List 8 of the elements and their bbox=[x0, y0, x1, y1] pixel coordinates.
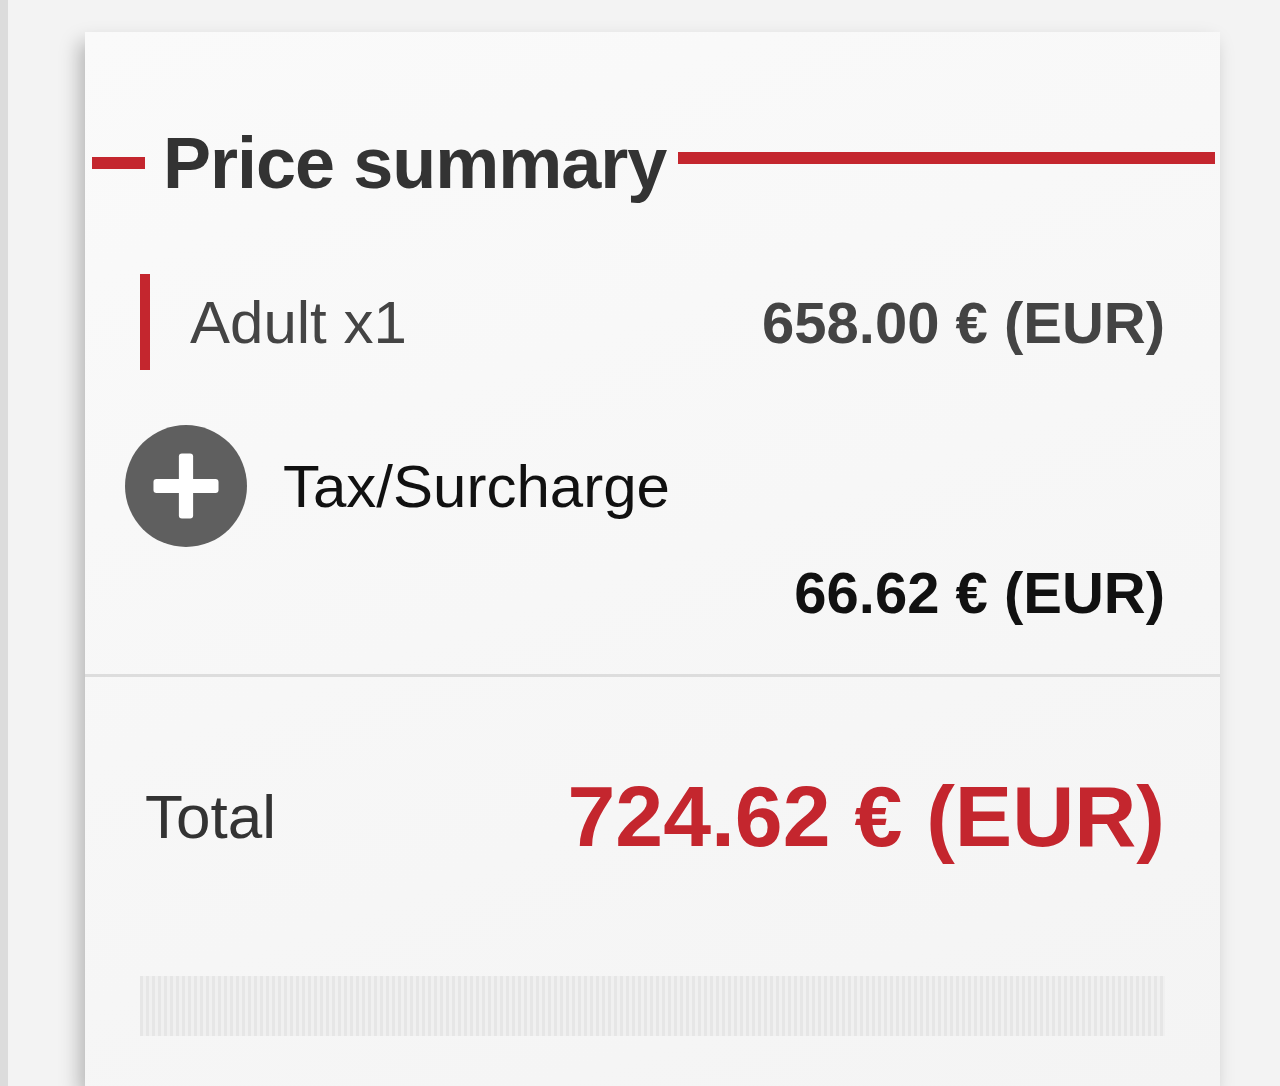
section-title: Price summary bbox=[163, 122, 667, 204]
line-label: Tax/Surcharge bbox=[283, 451, 670, 521]
total-amount: 724.62 € (EUR) bbox=[567, 767, 1165, 866]
line-label: Adult x1 bbox=[190, 287, 407, 357]
total-label: Total bbox=[145, 781, 276, 852]
expand-icon[interactable] bbox=[125, 425, 247, 547]
line-amount: 66.62 € (EUR) bbox=[794, 559, 1165, 626]
line-amount: 658.00 € (EUR) bbox=[762, 288, 1165, 356]
